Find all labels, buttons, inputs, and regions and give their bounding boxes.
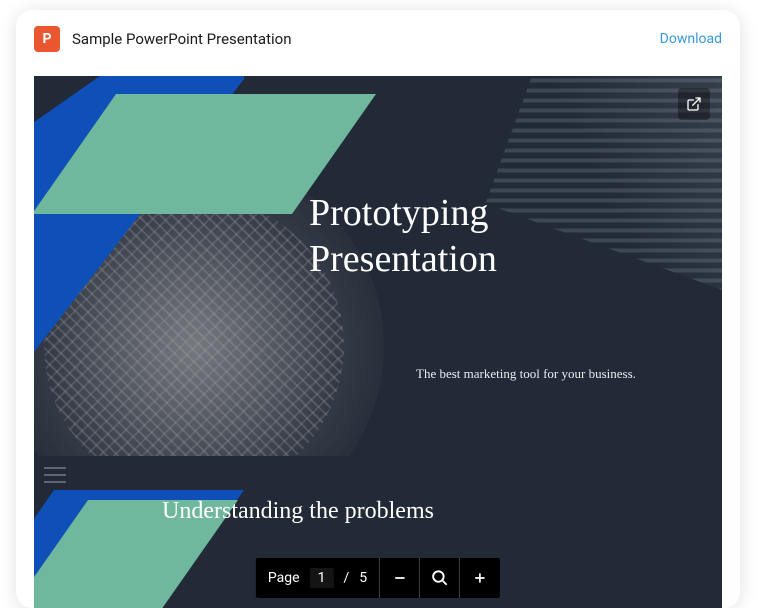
file-title: Sample PowerPoint Presentation bbox=[72, 30, 291, 48]
slide-viewer: Prototyping Presentation The best market… bbox=[34, 76, 722, 608]
page-indicator: Page 1 / 5 bbox=[256, 558, 380, 598]
minus-icon bbox=[392, 570, 408, 586]
current-page-number[interactable]: 1 bbox=[310, 568, 334, 588]
popout-icon bbox=[686, 96, 702, 112]
presentation-viewer-card: P Sample PowerPoint Presentation Downloa… bbox=[16, 10, 740, 608]
slide-2-title: Understanding the problems bbox=[162, 498, 434, 525]
slide-title: Prototyping Presentation bbox=[309, 191, 497, 282]
powerpoint-icon-letter: P bbox=[42, 31, 51, 47]
zoom-in-button[interactable] bbox=[460, 558, 500, 598]
zoom-out-button[interactable] bbox=[380, 558, 420, 598]
slide-1: Prototyping Presentation The best market… bbox=[34, 76, 722, 456]
header-bar: P Sample PowerPoint Presentation Downloa… bbox=[16, 10, 740, 68]
page-controls: Page 1 / 5 bbox=[256, 558, 500, 598]
slide-title-line2: Presentation bbox=[309, 238, 497, 280]
magnifier-icon bbox=[431, 569, 449, 587]
header-left: P Sample PowerPoint Presentation bbox=[34, 26, 291, 52]
powerpoint-icon: P bbox=[34, 26, 60, 52]
menu-button[interactable] bbox=[44, 467, 66, 483]
plus-icon bbox=[472, 570, 488, 586]
slide-title-line1: Prototyping bbox=[309, 192, 488, 234]
popout-button[interactable] bbox=[678, 88, 710, 120]
download-link[interactable]: Download bbox=[660, 31, 722, 47]
page-separator: / bbox=[343, 570, 349, 586]
total-pages: 5 bbox=[359, 570, 367, 586]
page-label-text: Page bbox=[268, 570, 300, 586]
slide-subtitle: The best marketing tool for your busines… bbox=[416, 366, 636, 382]
zoom-reset-button[interactable] bbox=[420, 558, 460, 598]
